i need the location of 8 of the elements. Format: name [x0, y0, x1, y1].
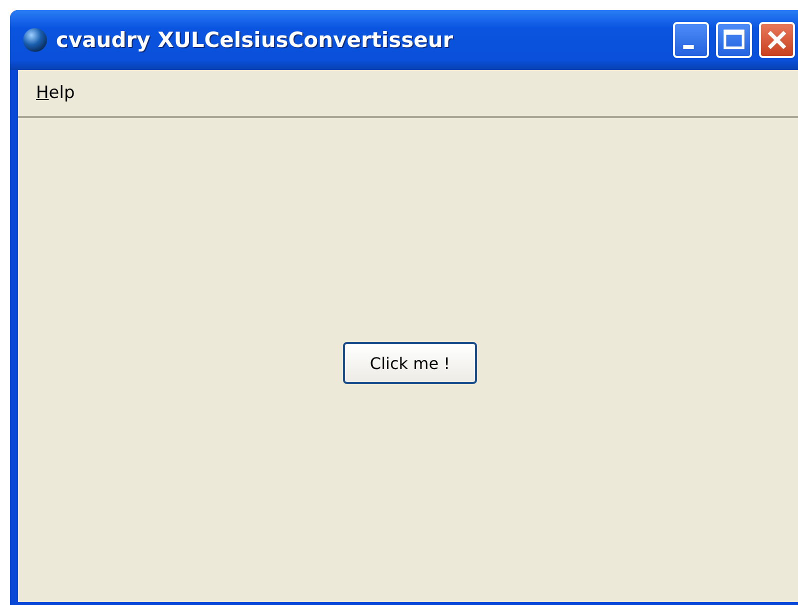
maximize-button[interactable] [716, 22, 752, 58]
minimize-button[interactable] [673, 22, 709, 58]
globe-icon [22, 27, 48, 53]
menu-item[interactable]: Help [36, 83, 75, 103]
close-button[interactable] [759, 22, 795, 58]
click-me-button[interactable]: Click me ! [343, 342, 477, 384]
window-title: cvaudry XULCelsiusConvertisseur [56, 28, 454, 52]
minimize-icon [682, 45, 694, 49]
